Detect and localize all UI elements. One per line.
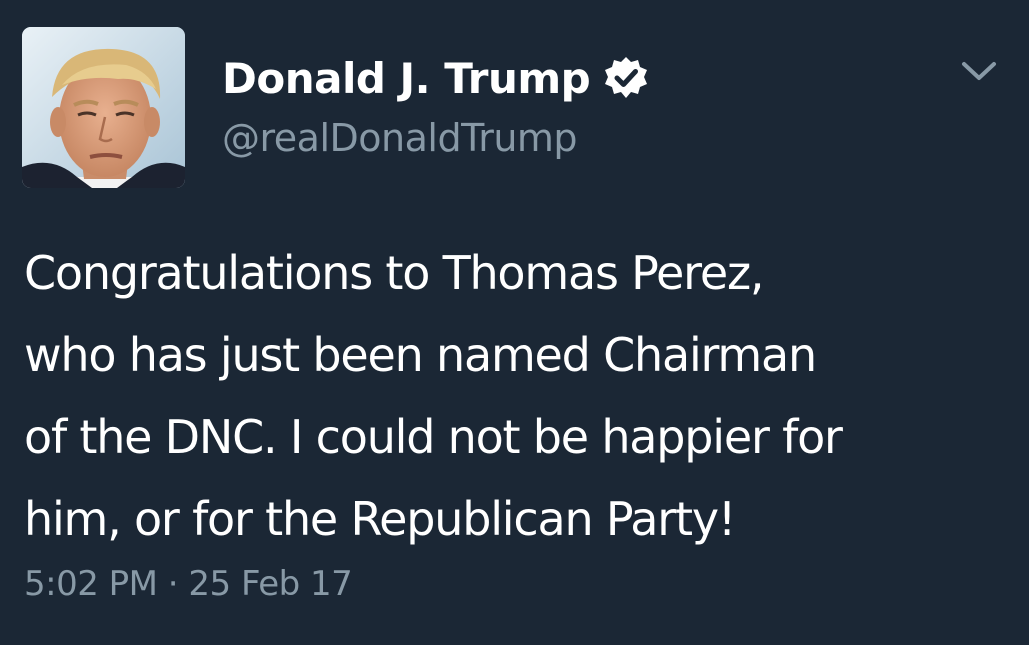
avatar-portrait — [22, 27, 185, 188]
tweet-card: Donald J. Trump @realDonaldTrump Congrat… — [0, 0, 1029, 645]
tweet-text-line: of the DNC. I could not be happier for — [24, 410, 843, 464]
verified-badge-icon — [602, 54, 650, 102]
author-name-row: Donald J. Trump — [222, 46, 650, 110]
avatar[interactable] — [22, 27, 185, 188]
tweet-text-line: who has just been named Chairman — [24, 328, 817, 382]
tweet-text: Congratulations to Thomas Perez, who has… — [24, 232, 1014, 560]
tweet-header: Donald J. Trump @realDonaldTrump — [222, 46, 650, 160]
author-name[interactable]: Donald J. Trump — [222, 54, 591, 103]
tweet-timestamp[interactable]: 5:02 PM · 25 Feb 17 — [24, 564, 353, 604]
tweet-text-line: Congratulations to Thomas Perez, — [24, 246, 765, 300]
tweet-text-line: him, or for the Republican Party! — [24, 492, 736, 546]
author-handle[interactable]: @realDonaldTrump — [222, 116, 650, 160]
chevron-down-icon[interactable] — [958, 56, 1000, 86]
